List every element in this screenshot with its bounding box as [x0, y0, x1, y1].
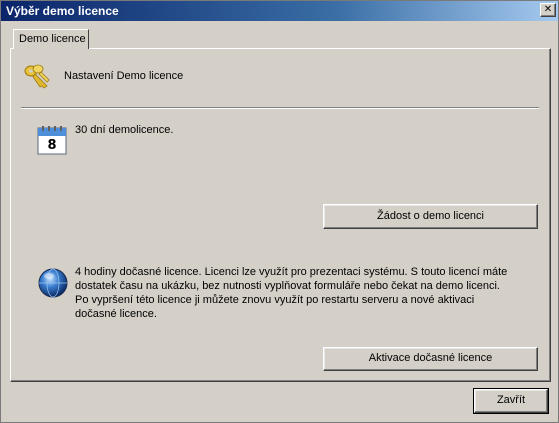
title-bar[interactable]: Výběr demo licence ✕: [1, 1, 558, 21]
tab-demo-licence[interactable]: Demo licence: [13, 29, 89, 49]
tab-label: Demo licence: [19, 33, 86, 45]
keys-icon: [24, 64, 50, 89]
close-icon: ✕: [543, 4, 553, 15]
dialog-window: Výběr demo licence ✕ Demo licence Nastav…: [0, 0, 559, 423]
window-close-button[interactable]: ✕: [540, 3, 556, 17]
calendar-icon: 8: [37, 126, 67, 155]
close-button[interactable]: Zavřít: [473, 388, 549, 414]
globe-icon: [38, 268, 68, 298]
tab-panel: Nastavení Demo licence 8 30 dní demolice…: [10, 48, 551, 382]
request-demo-licence-button[interactable]: Žádost o demo licenci: [323, 204, 538, 229]
section-divider: [21, 107, 539, 109]
demo-licence-description: 30 dní demolicence.: [75, 124, 174, 136]
window-title: Výběr demo licence: [6, 4, 119, 18]
activate-temporary-licence-button[interactable]: Aktivace dočasné licence: [323, 347, 538, 371]
header-title: Nastavení Demo licence: [64, 70, 184, 82]
calendar-day: 8: [47, 138, 56, 153]
temporary-licence-description: 4 hodiny dočasné licence. Licenci lze vy…: [75, 266, 508, 320]
